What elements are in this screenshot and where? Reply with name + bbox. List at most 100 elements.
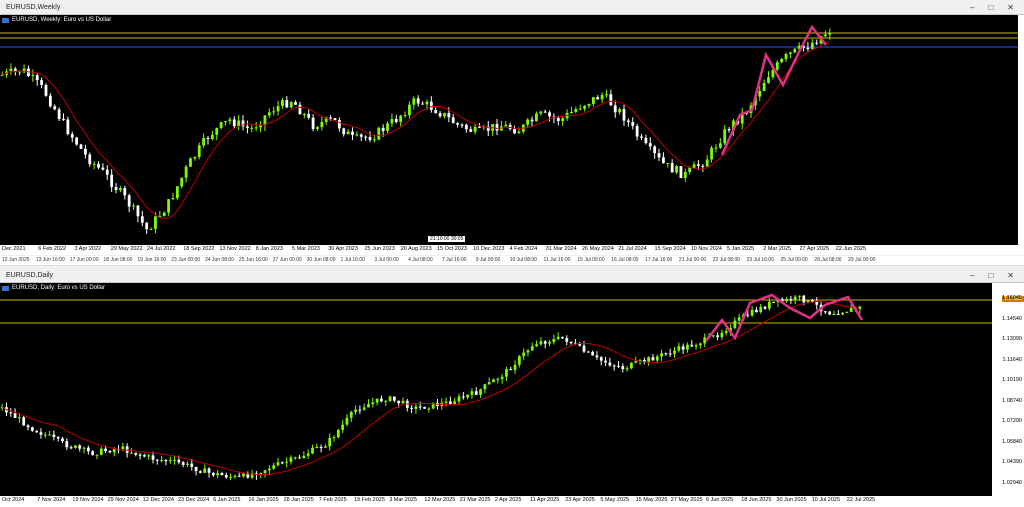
daily-title-bar[interactable]: EURUSD,Daily – □ ✕ (0, 268, 1024, 283)
daily-y-tick-label: 1.04390 (1002, 459, 1022, 465)
candle-body (168, 460, 172, 462)
daily-x-tick-label: 19 Feb 2025 (354, 497, 385, 503)
candle-body (88, 154, 92, 165)
candle-body (332, 437, 336, 439)
close-icon[interactable]: ✕ (1007, 3, 1014, 12)
candle-body (138, 454, 142, 456)
candle-body (660, 353, 663, 357)
candle-body (720, 332, 724, 338)
candle-body (355, 134, 359, 136)
candle-body (52, 434, 56, 438)
candle-body (44, 84, 48, 96)
weekly-x-tick-label: 25 Jun 2023 (364, 246, 395, 252)
candle-body (0, 74, 4, 76)
candle-body (394, 119, 398, 122)
candle-body (443, 113, 446, 117)
candle-body (79, 144, 83, 149)
candle-body (173, 459, 176, 461)
candle-body (307, 113, 311, 118)
candle-body (341, 424, 345, 430)
daily-y-tick-label: 1.05840 (1002, 438, 1022, 445)
weekly-x-tick-label: 2 Mar 2025 (763, 246, 792, 252)
candle-body (444, 401, 448, 403)
weekly-x-tick-label: 6 Feb 2022 (38, 246, 67, 252)
candle-body (316, 127, 319, 129)
candle-body (605, 94, 608, 96)
weekly-title-bar[interactable]: EURUSD,Weekly – □ ✕ (0, 0, 1024, 15)
candle-body (449, 401, 452, 404)
candle-body (53, 106, 57, 110)
moving-average-line (1, 300, 860, 476)
candle-body (263, 470, 267, 474)
daily-x-tick-label: Oct 2024 (2, 497, 25, 503)
candle-body (164, 459, 168, 462)
weekly-x-tick-label: 26 May 2024 (582, 246, 614, 252)
strip-tick-label: 17 Jul 16:00 (645, 257, 673, 263)
candle-body (294, 102, 297, 105)
candle-body (403, 115, 407, 117)
candle-body (810, 42, 814, 49)
candle-body (438, 113, 442, 117)
candle-body (714, 147, 718, 149)
candle-body (127, 195, 131, 207)
candle-body (39, 432, 43, 435)
candle-body (147, 455, 151, 457)
daily-x-tick-label: 6 Jan 2025 (213, 497, 241, 503)
candle-body (625, 368, 629, 370)
crosshair-time-tag: 21:10:00 30:05 (428, 236, 466, 242)
candle-body (372, 139, 376, 141)
strip-tick-label: 29 Jul 00:00 (848, 257, 876, 263)
candle-body (399, 115, 403, 122)
candle-body (194, 466, 198, 472)
minimize-icon[interactable]: – (970, 271, 974, 280)
candle-body (613, 105, 617, 113)
candle-body (145, 222, 149, 230)
strip-tick-label: 27 Jun 00:00 (272, 257, 302, 263)
candle-body (461, 396, 465, 398)
candle-body (604, 360, 607, 363)
daily-x-tick-label: 11 Apr 2025 (530, 497, 560, 503)
daily-x-tick-label: 12 Dec 2024 (142, 497, 174, 503)
weekly-right-scale[interactable] (1018, 15, 1024, 245)
weekly-chart[interactable]: EURUSD, Weekly: Euro vs US Dollar 21:10:… (0, 15, 1024, 245)
candle-body (767, 301, 771, 309)
maximize-icon[interactable]: □ (988, 3, 993, 12)
candle-body (134, 452, 138, 455)
strip-tick-label: 23 Jun 00:00 (171, 257, 201, 263)
candle-body (824, 34, 827, 37)
daily-x-tick-label: 15 May 2025 (635, 497, 668, 503)
candle-body (193, 156, 197, 159)
candle-body (31, 75, 35, 77)
candle-body (289, 102, 293, 108)
candle-body (272, 111, 276, 113)
weekly-x-tick-label: 27 Apr 2025 (799, 246, 830, 252)
candle-body (69, 447, 73, 449)
maximize-icon[interactable]: □ (988, 271, 993, 280)
minimize-icon[interactable]: – (970, 3, 974, 12)
candle-body (845, 311, 849, 313)
daily-x-tick-label: 29 Nov 2024 (107, 497, 139, 503)
candle-body (526, 119, 530, 125)
candle-body (280, 462, 284, 464)
candle-body (346, 131, 350, 135)
close-icon[interactable]: ✕ (1007, 271, 1014, 280)
daily-price-scale[interactable]: 1.17683 1.16945 1.14540 1.13090 1.11640 1.10… (992, 283, 1024, 496)
candle-body (315, 446, 319, 448)
candle-body (408, 104, 411, 116)
strip-tick-label: 18 Jun 08:00 (103, 257, 133, 263)
candle-body (289, 457, 293, 462)
candle-body (479, 389, 482, 395)
candle-body (530, 119, 534, 122)
candle-body (733, 320, 737, 329)
candle-body (276, 462, 280, 466)
daily-chart[interactable]: EURUSD, Daily: Euro vs US Dollar (0, 283, 992, 496)
candle-body (453, 401, 457, 404)
strip-tick-label: 3 Jul 00:00 (374, 257, 399, 263)
strip-tick-label: 4 Jul 08:00 (408, 257, 433, 263)
candle-body (412, 98, 416, 105)
daily-y-tick-label: 1.02940 (1002, 479, 1022, 486)
candle-body (635, 125, 639, 137)
candle-body (190, 463, 194, 467)
candle-body (596, 97, 600, 100)
candle-body (298, 457, 301, 459)
